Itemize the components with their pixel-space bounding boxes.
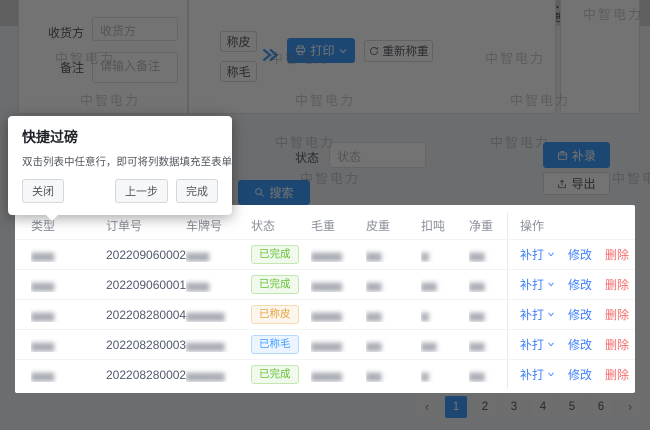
masked-tare: ▆▆ bbox=[366, 371, 381, 382]
col-header-order: 订单号 bbox=[106, 217, 186, 234]
edit-link[interactable]: 修改 bbox=[568, 246, 592, 263]
table-row[interactable]: ▆▆▆ 202209060001 ▆▆▆ 已完成 ▆▆▆▆ ▆▆ ▆▆ ▆▆ 补… bbox=[15, 269, 635, 299]
col-header-plate: 车牌号 bbox=[186, 217, 251, 234]
delete-link[interactable]: 删除 bbox=[605, 306, 629, 323]
orders-table: 类型 订单号 车牌号 状态 毛重 皮重 扣吨 净重 操作 ▆▆▆ 2022090… bbox=[15, 205, 635, 393]
reprint-link[interactable]: 补打 bbox=[520, 246, 555, 263]
app-screen: 计算器 语音播报 记事本 ? 新手引导 注册信息 … bbox=[0, 0, 650, 430]
edit-link[interactable]: 修改 bbox=[568, 336, 592, 353]
masked-plate: ▆▆▆▆▆ bbox=[186, 341, 224, 352]
delete-link[interactable]: 删除 bbox=[605, 336, 629, 353]
chevron-down-icon bbox=[547, 342, 555, 347]
tour-popup-title: 快捷过磅 bbox=[22, 127, 218, 147]
status-badge: 已完成 bbox=[251, 365, 299, 384]
masked-type: ▆▆▆ bbox=[31, 281, 54, 292]
masked-gross: ▆▆▆▆ bbox=[311, 281, 342, 292]
tour-close-button[interactable]: 关闭 bbox=[22, 179, 64, 203]
table-row[interactable]: ▆▆▆ 202208280003 ▆▆▆▆▆ 已称毛 ▆▆▆▆ ▆▆ ▆▆ ▆▆… bbox=[15, 329, 635, 359]
reprint-link[interactable]: 补打 bbox=[520, 306, 555, 323]
masked-deduct: ▆ bbox=[421, 251, 429, 262]
table-row[interactable]: ▆▆▆ 202208280004 ▆▆▆▆▆ 已称皮 ▆▆▆▆ ▆▆ ▆ ▆▆ … bbox=[15, 299, 635, 329]
col-header-deduct: 扣吨 bbox=[421, 217, 469, 234]
masked-gross: ▆▆▆▆ bbox=[311, 251, 342, 262]
col-header-actions: 操作 bbox=[507, 212, 635, 239]
tour-finish-button[interactable]: 完成 bbox=[176, 179, 218, 203]
masked-type: ▆▆▆ bbox=[31, 371, 54, 382]
masked-tare: ▆▆ bbox=[366, 281, 381, 292]
masked-deduct: ▆ bbox=[421, 371, 429, 382]
masked-plate: ▆▆▆ bbox=[186, 251, 209, 262]
order-number: 202208280002 bbox=[106, 368, 186, 382]
masked-type: ▆▆▆ bbox=[31, 311, 54, 322]
col-header-net: 净重 bbox=[469, 217, 507, 234]
masked-type: ▆▆▆ bbox=[31, 251, 54, 262]
order-number: 202208280004 bbox=[106, 308, 186, 322]
masked-net: ▆▆ bbox=[469, 371, 484, 382]
col-header-status: 状态 bbox=[251, 217, 311, 234]
masked-gross: ▆▆▆▆ bbox=[311, 311, 342, 322]
masked-tare: ▆▆ bbox=[366, 341, 381, 352]
delete-link[interactable]: 删除 bbox=[605, 276, 629, 293]
chevron-down-icon bbox=[547, 252, 555, 257]
chevron-down-icon bbox=[547, 282, 555, 287]
table-row[interactable]: ▆▆▆ 202208280002 ▆▆▆▆▆ 已完成 ▆▆▆▆ ▆▆ ▆ ▆▆ … bbox=[15, 359, 635, 389]
status-badge: 已完成 bbox=[251, 275, 299, 294]
edit-link[interactable]: 修改 bbox=[568, 276, 592, 293]
masked-net: ▆▆ bbox=[469, 341, 484, 352]
edit-link[interactable]: 修改 bbox=[568, 306, 592, 323]
masked-plate: ▆▆▆▆▆ bbox=[186, 371, 224, 382]
reprint-link[interactable]: 补打 bbox=[520, 336, 555, 353]
masked-deduct: ▆▆ bbox=[421, 341, 436, 352]
masked-type: ▆▆▆ bbox=[31, 341, 54, 352]
masked-plate: ▆▆▆▆▆ bbox=[186, 311, 224, 322]
reprint-link[interactable]: 补打 bbox=[520, 276, 555, 293]
table-header-row: 类型 订单号 车牌号 状态 毛重 皮重 扣吨 净重 操作 bbox=[15, 212, 635, 239]
col-header-type: 类型 bbox=[31, 217, 106, 234]
status-badge: 已称毛 bbox=[251, 335, 299, 354]
tour-popup: 快捷过磅 双击列表中任意行，即可将列数据填充至表单 关闭 上一步 完成 bbox=[8, 116, 232, 215]
delete-link[interactable]: 删除 bbox=[605, 246, 629, 263]
reprint-link[interactable]: 补打 bbox=[520, 366, 555, 383]
masked-deduct: ▆▆ bbox=[421, 281, 436, 292]
tour-prev-button[interactable]: 上一步 bbox=[115, 179, 168, 203]
col-header-gross: 毛重 bbox=[311, 217, 366, 234]
delete-link[interactable]: 删除 bbox=[605, 366, 629, 383]
tour-popup-description: 双击列表中任意行，即可将列数据填充至表单 bbox=[22, 154, 218, 169]
status-badge: 已称皮 bbox=[251, 305, 299, 324]
order-number: 202208280003 bbox=[106, 338, 186, 352]
masked-plate: ▆▆▆ bbox=[186, 281, 209, 292]
masked-net: ▆▆ bbox=[469, 281, 484, 292]
chevron-down-icon bbox=[547, 312, 555, 317]
tour-popup-arrow bbox=[46, 215, 58, 221]
col-header-tare: 皮重 bbox=[366, 217, 421, 234]
masked-net: ▆▆ bbox=[469, 311, 484, 322]
masked-deduct: ▆ bbox=[421, 311, 429, 322]
order-number: 202209060002 bbox=[106, 248, 186, 262]
order-number: 202209060001 bbox=[106, 278, 186, 292]
table-row[interactable]: ▆▆▆ 202209060002 ▆▆▆ 已完成 ▆▆▆▆ ▆▆ ▆ ▆▆ 补打… bbox=[15, 239, 635, 269]
masked-gross: ▆▆▆▆ bbox=[311, 371, 342, 382]
masked-tare: ▆▆ bbox=[366, 251, 381, 262]
masked-tare: ▆▆ bbox=[366, 311, 381, 322]
edit-link[interactable]: 修改 bbox=[568, 366, 592, 383]
chevron-down-icon bbox=[547, 372, 555, 377]
status-badge: 已完成 bbox=[251, 245, 299, 264]
masked-gross: ▆▆▆▆ bbox=[311, 341, 342, 352]
masked-net: ▆▆ bbox=[469, 251, 484, 262]
